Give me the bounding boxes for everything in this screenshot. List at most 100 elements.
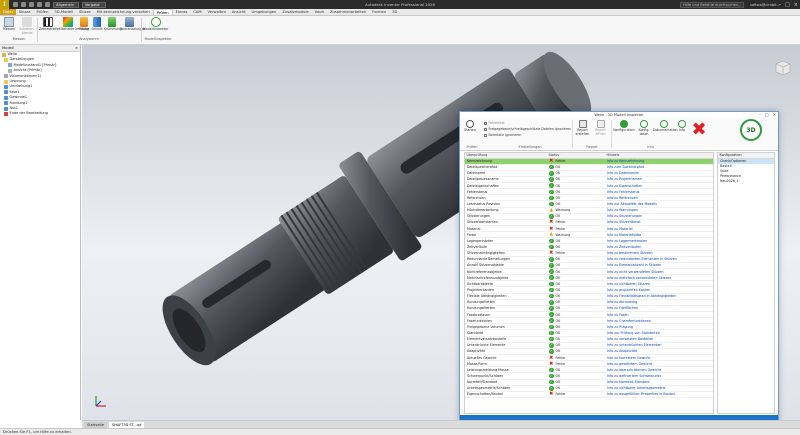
doc-tab-home[interactable]: Startseite: [84, 421, 108, 428]
info-button[interactable]: Info: [676, 120, 688, 133]
tab-zusammenarbeiten[interactable]: Zusammenarbeiten: [327, 9, 369, 15]
hint-link[interactable]: Info zu Material: [605, 227, 713, 231]
hint-link[interactable]: Info zu Referenzen: [605, 196, 713, 200]
hint-link[interactable]: Info zu definiertem Schwerpunkt: [605, 374, 713, 378]
tab-formen[interactable]: Formen: [369, 9, 389, 15]
measure-button[interactable]: Messen: [1, 17, 17, 32]
hint-link[interactable]: Info zu gewähltem Gewicht: [605, 362, 713, 366]
tab-3d[interactable]: 3D: [389, 9, 400, 15]
close-icon[interactable]: ×: [794, 2, 798, 8]
model-inspector-button[interactable]: Modellinspektor: [143, 17, 168, 32]
hint-link[interactable]: Info zu Kennzeichnung: [605, 159, 713, 163]
hint-link[interactable]: Info zu Fasen: [605, 313, 713, 317]
dialog-close-icon[interactable]: ×: [773, 112, 776, 117]
hint-link[interactable]: Info zu Chamferfunktionen: [605, 319, 713, 323]
project-combo[interactable]: Allgemein: [53, 1, 79, 8]
minimize-icon[interactable]: –: [779, 2, 782, 8]
hint-link[interactable]: Info zu Projektnamen: [605, 177, 713, 181]
hint-link[interactable]: Info zu Abrundung: [605, 300, 713, 304]
zebra-button[interactable]: Zebrastreifen: [39, 17, 61, 32]
column-header-hint[interactable]: Hinweis: [605, 153, 713, 158]
redo-icon[interactable]: [45, 2, 50, 7]
hint-link[interactable]: Info zu Skizzenkonst.: [605, 220, 713, 224]
tab-cam[interactable]: CAM: [190, 9, 204, 15]
hint-link[interactable]: Info zum Speicherpfad: [605, 165, 713, 169]
config-item[interactable]: Neu2026_1: [718, 179, 774, 184]
column-header-status[interactable]: Status: [547, 153, 605, 158]
tab-pruefen-active[interactable]: Prüfen: [152, 9, 173, 15]
hint-link[interactable]: Info zu Zeitverläufen: [605, 245, 713, 249]
section-button[interactable]: Schnitt: [91, 17, 103, 32]
hint-link[interactable]: Info zu redundanten Elementen in Skizzen: [605, 257, 713, 261]
hint-link[interactable]: Info zu versetzten Bauteilen: [605, 337, 713, 341]
hint-link[interactable]: Info zu unterdrückten Elementen: [605, 343, 713, 347]
save-icon[interactable]: [29, 2, 34, 7]
dialog-minimize-icon[interactable]: –: [759, 112, 761, 117]
hint-link[interactable]: Info zu mehrfach verwendeten Skizzen: [605, 276, 713, 280]
material-combo[interactable]: Vorgabe: [82, 1, 106, 8]
hint-link[interactable]: Info zu überschrittenem Gewicht: [605, 368, 713, 372]
configuration-button[interactable]: Konfiguration: [613, 120, 635, 133]
tab-zusatzmodule[interactable]: Zusatzmodule: [279, 9, 311, 15]
undo-icon[interactable]: [37, 2, 42, 7]
surface-button[interactable]: Fläche: [78, 17, 90, 32]
shadow-button[interactable]: Schatten-blende: [19, 17, 35, 35]
curvature-button[interactable]: Krümmung: [104, 17, 122, 32]
tab-extras[interactable]: Extras: [173, 9, 191, 15]
view-cube-icon[interactable]: [774, 59, 792, 77]
tab-vault[interactable]: Vault: [312, 9, 327, 15]
load-config-button[interactable]: Konfig. laden: [636, 120, 652, 136]
checkbox-ignore-released[interactable]: Freigegebene/schreibgeschützte Dateien i…: [484, 127, 571, 131]
user-account[interactable]: softwa@cimbit...: [750, 3, 780, 7]
hint-link[interactable]: Info zu Adaptivität: [605, 349, 713, 353]
tab-datei[interactable]: Datei: [0, 9, 16, 15]
hint-link[interactable]: Info zu Skizzierungen: [605, 214, 713, 218]
hint-link[interactable]: Info zu Prägung: [605, 325, 713, 329]
doc-tab-shaft[interactable]: SHAFT3D ST...ipt: [109, 421, 145, 428]
checkbox-ignore-standard-parts[interactable]: Normteile ignorieren: [484, 133, 521, 137]
hint-link[interactable]: Info zu ausgefüllten iProperties in Baut…: [605, 392, 713, 396]
hint-link[interactable]: Info zu Filetflächen: [605, 306, 713, 310]
open-folder-icon[interactable]: [21, 2, 26, 7]
hint-link[interactable]: Info zu sichtbaren Skizzen: [605, 282, 713, 286]
hint-link[interactable]: Info zu bestimmten Skizzen: [605, 251, 713, 255]
tab-3d-modell[interactable]: 3D-Modell: [51, 9, 76, 15]
hint-link[interactable]: Info zu Dateinamen: [605, 171, 713, 175]
hint-link[interactable]: Info zu projizierten Kanten: [605, 288, 713, 292]
hint-link[interactable]: Info zu Lagermerkmalen: [605, 239, 713, 243]
inventor-logo-icon[interactable]: I: [0, 0, 9, 9]
dialog-maximize-icon[interactable]: □: [765, 112, 769, 117]
tab-umgebungen[interactable]: Umgebungen: [249, 9, 280, 15]
hint-link[interactable]: Info zu nicht verwendeten Skizzen: [605, 270, 713, 274]
hint-link[interactable]: Info zur Prüfung von Standorten: [605, 331, 713, 335]
documentation-button[interactable]: Dokumentation: [653, 120, 678, 133]
tab-verwalten[interactable]: Verwalten: [205, 9, 229, 15]
tab-pruefen[interactable]: Prüfen: [33, 9, 51, 15]
maximize-icon[interactable]: □: [785, 2, 790, 8]
tab-kennzeichnung[interactable]: Mit kennzeichnung versehen: [94, 9, 153, 15]
draft-analysis-button[interactable]: Flächenkrümmung: [59, 17, 89, 32]
hint-link[interactable]: Info zu sichtbarer Arbeitsgeometrie: [605, 386, 713, 390]
hint-link[interactable]: Info zu Flexibilitätsgrad in Abhängigkei…: [605, 294, 713, 298]
hint-link[interactable]: Info zu Warnungen: [605, 208, 713, 212]
tab-ansicht[interactable]: Ansicht: [229, 9, 249, 15]
hint-link[interactable]: Info zu Eigenschaften: [605, 184, 713, 188]
cancel-x-icon[interactable]: ✖: [690, 121, 708, 141]
browser-close-icon[interactable]: ×: [75, 46, 78, 50]
checkbox-error-text[interactable]: Fehlertext: [484, 121, 505, 125]
hint-link[interactable]: Info zur Aktualität des Modells: [605, 202, 713, 206]
hint-link[interactable]: Info zu Normteil-Standard: [605, 380, 713, 384]
hint-link[interactable]: Info zu Elementanzahl in Skizzen: [605, 263, 713, 267]
tab-skizze[interactable]: Skizze: [16, 9, 34, 15]
hint-link[interactable]: Info zu korrektem Gewicht: [605, 356, 713, 360]
create-report-button[interactable]: Report erstellen: [574, 120, 591, 136]
results-grid[interactable]: Überprüfung Status Hinweis Kennzeichnung…: [464, 152, 714, 414]
tab-skizze-2[interactable]: Skizze: [76, 9, 94, 15]
hint-link[interactable]: Info zu Fehlerstatus: [605, 190, 713, 194]
column-header-check[interactable]: Überprüfung: [465, 153, 547, 158]
tree-item-end-of-part[interactable]: Ende der Bearbeitung: [0, 111, 80, 116]
table-row[interactable]: Eigenschaften/Bauteil ✖ Fehler Info zu ausg…: [465, 391, 713, 398]
tolerance-analysis-button[interactable]: Toleranzanalyse: [120, 17, 145, 32]
help-search-input[interactable]: Hilfe und Befehle durchsuchen...: [679, 1, 744, 8]
start-check-button[interactable]: Starten: [462, 120, 478, 133]
